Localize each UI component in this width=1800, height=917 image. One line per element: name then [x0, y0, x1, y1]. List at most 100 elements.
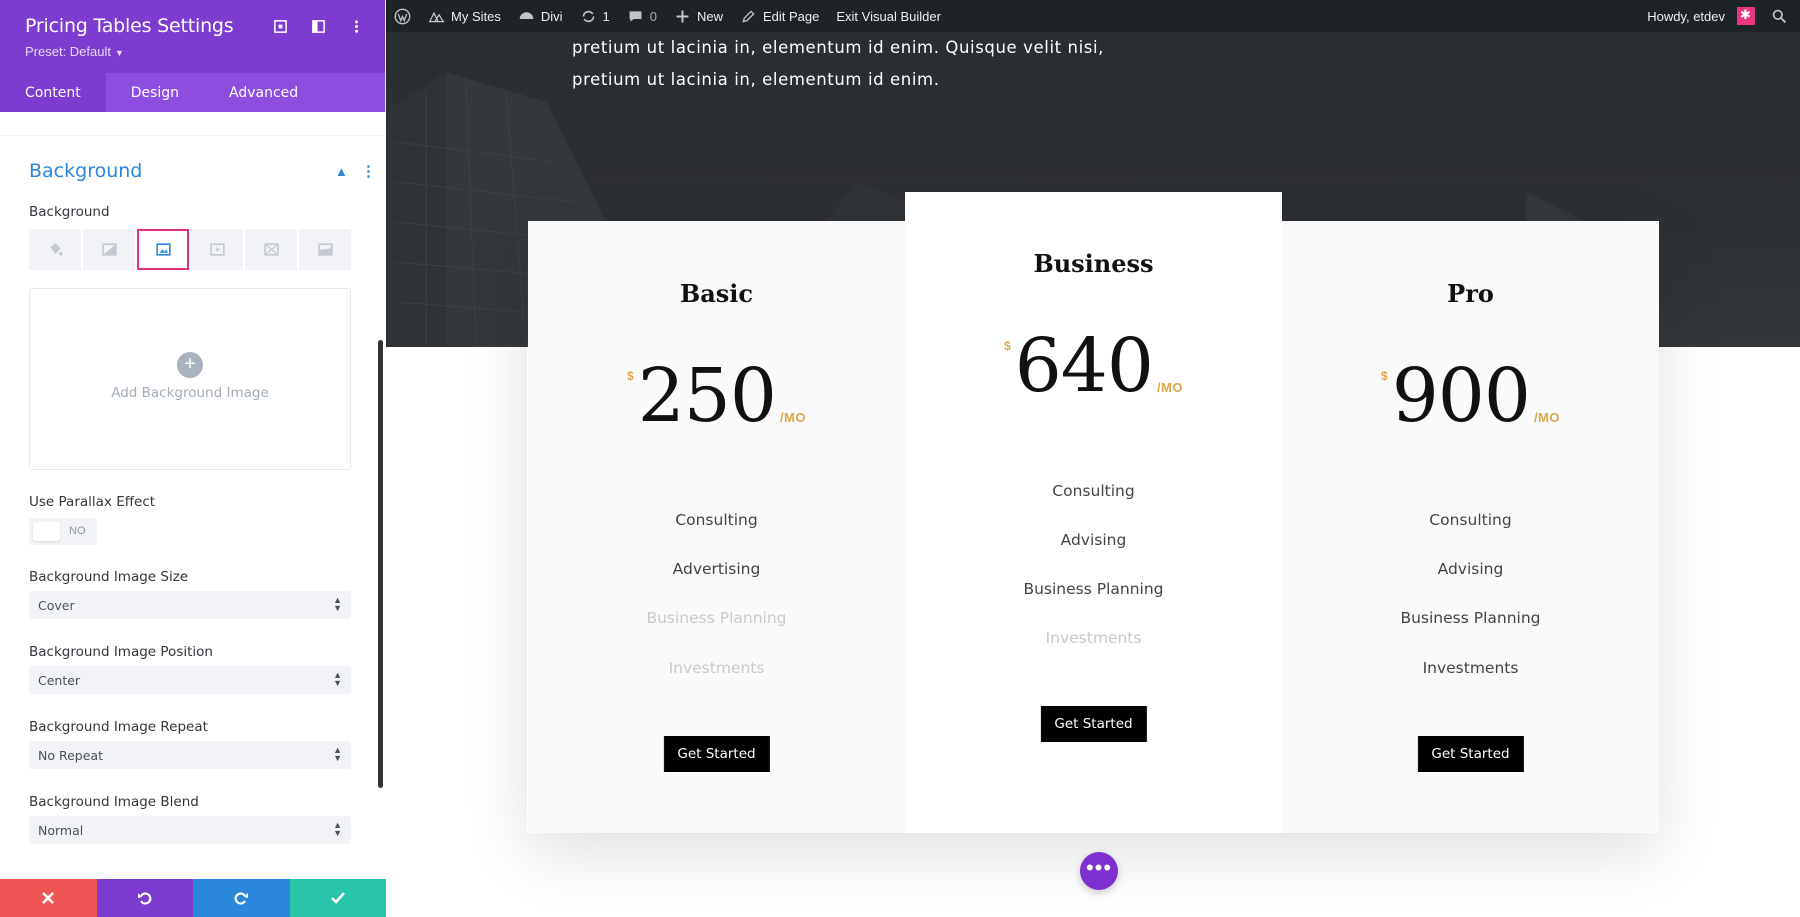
get-started-button[interactable]: Get Started	[663, 736, 770, 772]
toggle-knob	[33, 522, 60, 541]
panel-body[interactable]: Background ▲ ⋮ Background + Add Backgrou…	[0, 112, 386, 879]
tab-design[interactable]: Design	[106, 73, 204, 112]
save-button[interactable]	[289, 879, 386, 917]
divi-menu[interactable]: Divi	[518, 8, 563, 25]
currency-symbol: $	[1004, 339, 1011, 353]
mask-icon[interactable]	[299, 229, 351, 270]
new-label: New	[696, 8, 723, 24]
avatar	[1737, 7, 1755, 25]
feature-item: Consulting	[675, 511, 758, 529]
comments-menu[interactable]: 0	[627, 8, 657, 25]
gradient-icon[interactable]	[83, 229, 135, 270]
panel-tabs: Content Design Advanced	[0, 73, 385, 112]
panel-footer	[0, 879, 386, 917]
updates-count: 1	[602, 8, 610, 24]
select-arrows-icon: ▲ ▼	[333, 745, 342, 763]
price-amount: 900	[1391, 353, 1531, 439]
builder-options-button[interactable]: •••	[1080, 852, 1118, 890]
wordpress-logo-icon[interactable]	[394, 8, 411, 25]
currency-symbol: $	[627, 369, 634, 383]
tab-advanced[interactable]: Advanced	[204, 73, 323, 112]
currency-symbol: $	[1381, 369, 1388, 383]
split-view-icon[interactable]	[309, 17, 327, 35]
image-blend-label: Background Image Blend	[29, 794, 199, 810]
image-position-label: Background Image Position	[29, 644, 213, 660]
wp-admin-bar: My Sites Divi 1 0 New Edit Page Exit Vis…	[386, 0, 1800, 32]
hero-line-2: pretium ut lacinia in, elementum id enim…	[572, 70, 940, 89]
feature-item-excluded: Business Planning	[646, 609, 787, 627]
caret-down-icon: ▼	[115, 48, 124, 58]
select-arrows-icon: ▲ ▼	[333, 820, 342, 838]
feature-item: Consulting	[1429, 511, 1512, 529]
more-options-icon[interactable]	[347, 17, 365, 35]
video-icon[interactable]	[191, 229, 243, 270]
panel-title: Pricing Tables Settings	[25, 15, 234, 37]
add-background-image-area[interactable]: + Add Background Image	[29, 288, 351, 470]
background-section-header[interactable]: Background ▲ ⋮	[0, 150, 386, 198]
price-amount: 250	[637, 353, 777, 439]
get-started-button[interactable]: Get Started	[1417, 736, 1524, 772]
edit-page-label: Edit Page	[763, 8, 820, 24]
discard-button[interactable]	[0, 879, 97, 917]
feature-item-excluded: Investments	[1045, 629, 1142, 647]
hero-line-1: pretium ut lacinia in, elementum id enim…	[572, 38, 1105, 57]
toggle-value: NO	[69, 525, 86, 537]
select-arrows-icon: ▲ ▼	[333, 670, 342, 688]
image-repeat-select[interactable]: No Repeat ▲ ▼	[29, 741, 351, 769]
pricing-card-business: Business $ 640 /MO Consulting Advising B…	[905, 192, 1282, 833]
image-repeat-label: Background Image Repeat	[29, 719, 208, 735]
image-blend-select[interactable]: Normal ▲ ▼	[29, 816, 351, 844]
pattern-icon[interactable]	[245, 229, 297, 270]
image-size-select[interactable]: Cover ▲ ▼	[29, 591, 351, 619]
add-image-label: Add Background Image	[111, 385, 269, 401]
updates-menu[interactable]: 1	[580, 8, 610, 25]
divi-label: Divi	[540, 8, 563, 24]
price-period: /MO	[779, 410, 806, 425]
parallax-toggle[interactable]: NO	[29, 518, 97, 545]
search-icon[interactable]	[1771, 8, 1788, 25]
expand-icon[interactable]	[271, 17, 289, 35]
my-sites-icon	[428, 11, 445, 22]
image-icon[interactable]	[137, 229, 189, 270]
section-divider	[0, 112, 386, 136]
chevron-up-icon[interactable]: ▲	[335, 164, 348, 179]
section-more-icon[interactable]: ⋮	[361, 162, 376, 180]
hero-paragraph: pretium ut lacinia in, elementum id enim…	[572, 32, 1132, 96]
image-size-value: Cover	[38, 598, 75, 613]
pricing-card-basic: Basic $ 250 /MO Consulting Advertising B…	[528, 221, 905, 833]
feature-item: Advising	[1060, 531, 1127, 549]
my-sites-menu[interactable]: My Sites	[428, 8, 501, 25]
howdy-label: Howdy, etdev	[1647, 8, 1725, 24]
plus-icon[interactable]: +	[177, 352, 203, 378]
dashboard-icon	[519, 11, 534, 19]
section-title: Background	[29, 160, 143, 182]
preset-label: Preset: Default	[25, 44, 111, 59]
page-preview: pretium ut lacinia in, elementum id enim…	[386, 32, 1800, 917]
panel-scrollbar[interactable]	[378, 340, 383, 788]
parallax-label: Use Parallax Effect	[29, 494, 156, 510]
background-label: Background	[29, 204, 110, 220]
redo-button[interactable]	[193, 879, 290, 917]
price-period: /MO	[1533, 410, 1560, 425]
image-position-select[interactable]: Center ▲ ▼	[29, 666, 351, 694]
edit-page-link[interactable]: Edit Page	[740, 8, 819, 25]
undo-button[interactable]	[96, 879, 193, 917]
refresh-icon	[582, 10, 594, 22]
feature-item: Investments	[1422, 659, 1519, 677]
plan-title: Basic	[679, 279, 754, 308]
exit-visual-builder-link[interactable]: Exit Visual Builder	[836, 9, 941, 24]
screen: Pricing Tables Settings Preset: Default ▼…	[0, 0, 1800, 917]
image-blend-value: Normal	[38, 823, 84, 838]
new-menu[interactable]: New	[674, 8, 723, 25]
account-menu[interactable]: Howdy, etdev	[1647, 7, 1755, 25]
feature-item: Business Planning	[1400, 609, 1541, 627]
color-icon[interactable]	[29, 229, 81, 270]
image-size-label: Background Image Size	[29, 569, 189, 585]
preset-dropdown[interactable]: Preset: Default ▼	[25, 44, 124, 59]
tab-content[interactable]: Content	[0, 73, 106, 112]
price-period: /MO	[1156, 380, 1183, 395]
feature-item: Advertising	[672, 560, 761, 578]
background-type-tabs	[29, 229, 351, 270]
get-started-button[interactable]: Get Started	[1040, 706, 1147, 742]
plan-title: Pro	[1447, 279, 1494, 308]
